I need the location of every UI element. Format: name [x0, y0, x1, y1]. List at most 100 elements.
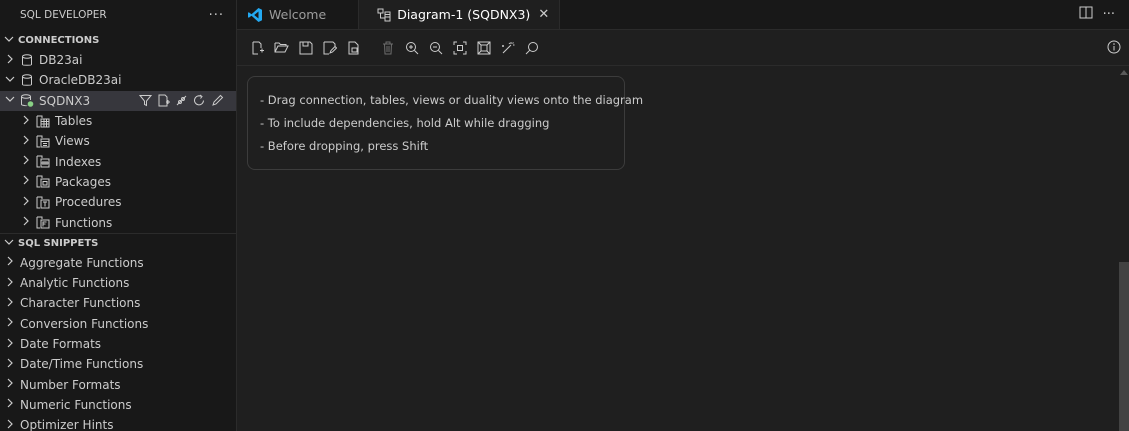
- disconnect-icon[interactable]: [175, 94, 188, 107]
- sidebar-title: SQL DEVELOPER: [20, 9, 107, 21]
- node-label: Indexes: [55, 154, 102, 169]
- close-icon[interactable]: ✕: [538, 7, 549, 22]
- save-icon[interactable]: [295, 37, 316, 59]
- snippet-label: Aggregate Functions: [20, 255, 144, 270]
- node-functions[interactable]: Functions: [0, 212, 236, 232]
- vscode-logo-icon: [247, 7, 263, 23]
- snippet-item[interactable]: Optimizer Hints: [0, 415, 236, 431]
- node-label: Functions: [55, 215, 113, 230]
- chevron-right-icon: [18, 155, 34, 168]
- node-label: Packages: [55, 174, 111, 189]
- tab-label: Diagram-1 (SQDNX3): [397, 7, 531, 22]
- connections-section-header[interactable]: CONNECTIONS: [0, 30, 236, 50]
- snippet-item[interactable]: Aggregate Functions: [0, 253, 236, 273]
- chevron-right-icon: [2, 317, 18, 330]
- vertical-scrollbar[interactable]: [1119, 66, 1129, 431]
- refresh-icon[interactable]: [193, 94, 206, 107]
- tabbar-actions: ···: [1079, 0, 1129, 29]
- package-icon: [34, 175, 52, 188]
- snippet-label: Optimizer Hints: [20, 418, 114, 431]
- chevron-right-icon: [2, 358, 18, 371]
- zoom-in-icon[interactable]: [401, 37, 422, 59]
- snippets-header-label: SQL SNIPPETS: [18, 237, 99, 249]
- procedure-icon: [34, 196, 52, 209]
- snippet-item[interactable]: Character Functions: [0, 293, 236, 313]
- search-icon[interactable]: [521, 37, 542, 59]
- connection-label: SQDNX3: [39, 93, 91, 108]
- edit-icon[interactable]: [211, 94, 224, 107]
- chevron-right-icon: [2, 419, 18, 431]
- split-editor-icon[interactable]: [1079, 6, 1093, 23]
- chevron-right-icon: [18, 196, 34, 209]
- chevron-right-icon: [18, 135, 34, 148]
- snippet-item[interactable]: Conversion Functions: [0, 314, 236, 334]
- snippet-label: Analytic Functions: [20, 276, 130, 291]
- connection-actions: [139, 94, 224, 107]
- connection-db23ai[interactable]: DB23ai: [0, 50, 236, 70]
- tab-label: Welcome: [269, 7, 327, 22]
- index-icon: [34, 155, 52, 168]
- chevron-right-icon: [18, 175, 34, 188]
- table-icon: [34, 115, 52, 128]
- tab-welcome[interactable]: Welcome: [237, 0, 360, 29]
- connection-oracledb23ai[interactable]: OracleDB23ai: [0, 70, 236, 90]
- zoom-out-icon[interactable]: [425, 37, 446, 59]
- node-tables[interactable]: Tables: [0, 111, 236, 131]
- new-worksheet-icon[interactable]: [157, 94, 170, 107]
- more-actions-icon[interactable]: ···: [1103, 7, 1115, 22]
- save-as-icon[interactable]: [319, 37, 340, 59]
- chevron-right-icon: [2, 297, 18, 310]
- diagram-icon: [377, 8, 391, 22]
- snippet-item[interactable]: Number Formats: [0, 374, 236, 394]
- scroll-up-arrow-icon[interactable]: [1120, 70, 1128, 75]
- tab-diagram[interactable]: Diagram-1 (SQDNX3) ✕: [359, 0, 561, 29]
- node-views[interactable]: Views: [0, 131, 236, 151]
- connection-label: OracleDB23ai: [39, 73, 122, 88]
- snippet-item[interactable]: Date/Time Functions: [0, 354, 236, 374]
- snippet-label: Date Formats: [20, 337, 102, 351]
- chevron-down-icon: [2, 74, 18, 87]
- diagram-toolbar: [237, 30, 1129, 66]
- fit-to-screen-icon[interactable]: [449, 37, 470, 59]
- node-label: Views: [55, 134, 90, 149]
- chevron-down-icon: [4, 34, 18, 47]
- snippet-label: Conversion Functions: [20, 316, 149, 331]
- snippet-label: Number Formats: [20, 377, 121, 392]
- delete-icon[interactable]: [377, 37, 398, 59]
- database-icon: [18, 74, 36, 87]
- new-diagram-icon[interactable]: [247, 37, 268, 59]
- chevron-right-icon: [18, 216, 34, 229]
- more-actions-icon[interactable]: ···: [209, 8, 224, 23]
- node-procedures[interactable]: Procedures: [0, 192, 236, 212]
- chevron-right-icon: [2, 277, 18, 290]
- sidebar: SQL DEVELOPER ··· CONNECTIONS DB23ai Ora…: [0, 0, 237, 431]
- snippet-item[interactable]: Analytic Functions: [0, 273, 236, 293]
- sidebar-header: SQL DEVELOPER ···: [0, 0, 236, 30]
- chevron-right-icon: [2, 338, 18, 351]
- auto-layout-icon[interactable]: [497, 37, 518, 59]
- open-folder-icon[interactable]: [271, 37, 292, 59]
- scrollbar-thumb[interactable]: [1119, 262, 1129, 431]
- filter-icon[interactable]: [139, 94, 152, 107]
- chevron-down-icon: [2, 94, 18, 107]
- node-indexes[interactable]: Indexes: [0, 151, 236, 171]
- export-icon[interactable]: [343, 37, 364, 59]
- drop-hint-panel: - Drag connection, tables, views or dual…: [247, 76, 644, 170]
- hint-line: - Drag connection, tables, views or dual…: [260, 93, 644, 107]
- chevron-down-icon: [4, 237, 18, 250]
- connection-sqdnx3[interactable]: SQDNX3: [0, 90, 236, 111]
- actual-size-icon[interactable]: [473, 37, 494, 59]
- chevron-right-icon: [18, 115, 34, 128]
- function-icon: [34, 216, 52, 229]
- editor-tab-bar: Welcome Diagram-1 (SQDNX3) ✕ ···: [237, 0, 1129, 30]
- chevron-right-icon: [2, 256, 18, 269]
- info-icon[interactable]: [1107, 40, 1121, 57]
- snippets-section-header[interactable]: SQL SNIPPETS: [0, 232, 236, 253]
- snippet-item[interactable]: Date Formats: [0, 334, 236, 354]
- view-icon: [34, 135, 52, 148]
- snippet-item[interactable]: Numeric Functions: [0, 395, 236, 415]
- diagram-canvas[interactable]: - Drag connection, tables, views or dual…: [237, 66, 1129, 431]
- chevron-right-icon: [2, 378, 18, 391]
- node-packages[interactable]: Packages: [0, 172, 236, 192]
- snippet-list: Aggregate Functions Analytic Functions Cha…: [0, 253, 236, 431]
